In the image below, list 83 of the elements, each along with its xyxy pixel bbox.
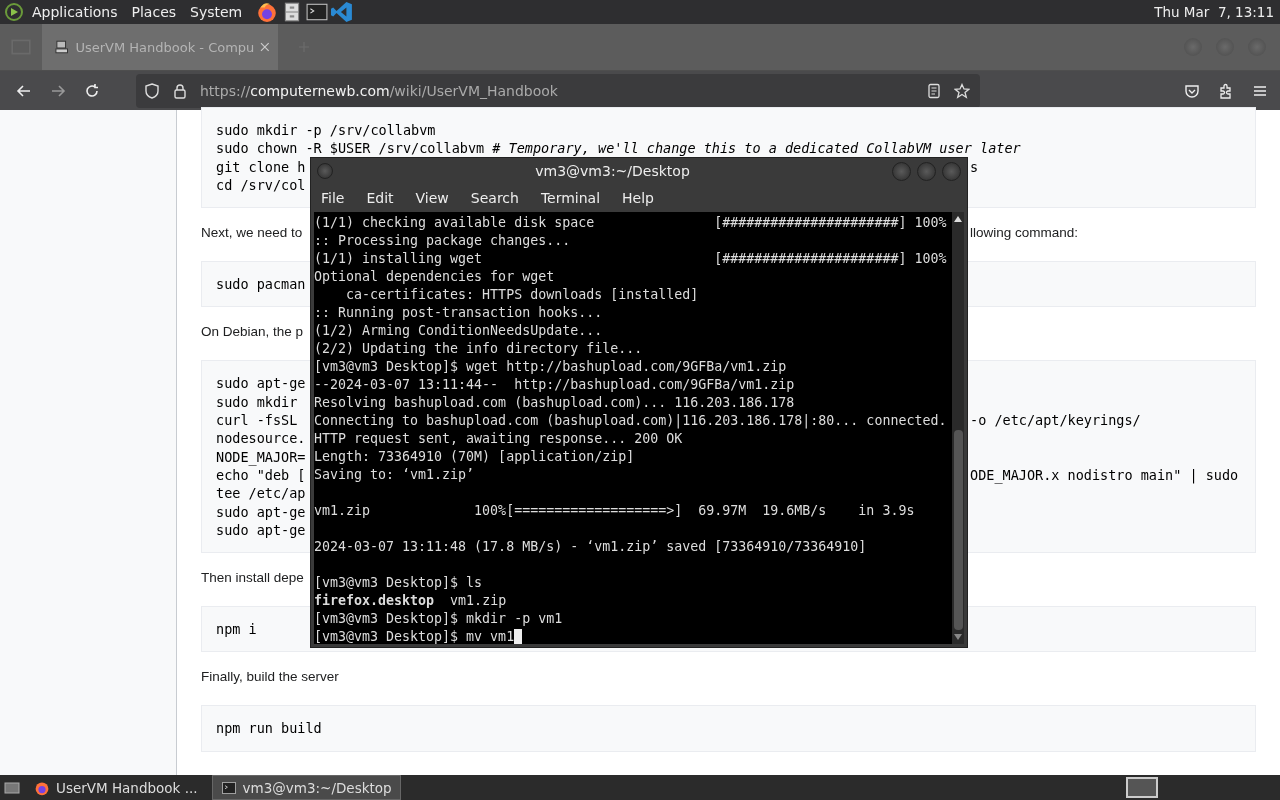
code-line: sudo apt-ge bbox=[216, 375, 306, 392]
terminal-line: :: Processing package changes... bbox=[314, 233, 571, 248]
terminal-line: vm1.zip 100%[===================>] 69.97M 19.6MB/s in 3.9s bbox=[314, 503, 915, 518]
terminal-line: (1/1) checking available disk space [######################] 100% bbox=[314, 215, 947, 230]
terminal-line: Optional dependencies for wget bbox=[314, 269, 555, 284]
terminal-line: [vm3@vm3 Desktop]$ mv vm1 bbox=[314, 629, 523, 644]
address-bar[interactable]: https://computernewb.com/wiki/UserVM_Handbook bbox=[136, 73, 980, 108]
terminal-line: :: Running post-transaction hooks... bbox=[314, 305, 603, 320]
code-line: npm i bbox=[216, 621, 257, 638]
show-desktop-icon[interactable] bbox=[4, 779, 20, 796]
clock: Thu Mar 7, 13:11 bbox=[1154, 4, 1274, 20]
code-line: cd /srv/col bbox=[216, 176, 306, 193]
forward-icon[interactable] bbox=[50, 82, 66, 99]
terminal-line: HTTP request sent, awaiting response... 200 OK bbox=[314, 431, 683, 446]
code-line: ODE_MAJOR.x nodistro main" | sudo bbox=[970, 465, 1240, 485]
terminal-line: 2024-03-07 13:11:48 (17.8 MB/s) - ‘vm1.zip’ saved [73364910/73364910] bbox=[314, 539, 867, 554]
code-editor-icon[interactable] bbox=[331, 1, 354, 23]
panel-menu[interactable]: Places bbox=[131, 4, 177, 20]
terminal-icon bbox=[220, 779, 237, 796]
paragraph: Finally, build the server bbox=[201, 669, 339, 685]
menu-item[interactable]: Search bbox=[470, 190, 519, 206]
menu-item[interactable]: Edit bbox=[366, 190, 394, 206]
scroll-up-icon[interactable] bbox=[954, 216, 962, 222]
terminal-line: Resolving bashupload.com (bashupload.com)... 116.203.186.178 bbox=[314, 395, 795, 410]
menu-item[interactable]: File bbox=[321, 190, 345, 206]
terminal-line: Length: 73364910 (70M) [application/zip] bbox=[314, 449, 635, 464]
scroll-down-icon[interactable] bbox=[954, 634, 962, 640]
terminal-line: [vm3@vm3 Desktop]$ mkdir -p vm1 bbox=[314, 611, 563, 626]
computer-icon bbox=[54, 39, 70, 55]
code-line: echo "deb [ bbox=[216, 466, 306, 483]
shield-icon[interactable] bbox=[144, 82, 160, 99]
code-line: tee /etc/ap bbox=[216, 485, 306, 502]
taskbar-button[interactable]: vm3@vm3:~/Desktop bbox=[211, 775, 401, 800]
terminal-line: (1/1) installing wget [######################] 100% bbox=[314, 251, 947, 266]
workspace-switcher[interactable] bbox=[1126, 777, 1158, 798]
terminal-line: (2/2) Updating the info directory file... bbox=[314, 341, 643, 356]
close-icon[interactable] bbox=[260, 42, 270, 52]
code-line: NODE_MAJOR= bbox=[216, 448, 306, 465]
menu-item[interactable]: Terminal bbox=[540, 190, 601, 206]
paragraph: Then install depe bbox=[201, 570, 304, 586]
terminal-line: [vm3@vm3 Desktop]$ ls bbox=[314, 575, 483, 590]
menu-item[interactable]: Help bbox=[622, 190, 654, 206]
terminal-line: Connecting to bashupload.com (bashupload.com)|116.203.186.178|:80... connected. bbox=[314, 413, 947, 428]
reload-icon[interactable] bbox=[84, 82, 100, 99]
code-line: nodesource. bbox=[216, 430, 306, 447]
window-title: vm3@vm3:~/Desktop bbox=[534, 163, 691, 179]
reader-view-icon[interactable] bbox=[926, 82, 942, 99]
paragraph: Next, we need to bbox=[201, 225, 303, 241]
taskbar-button[interactable]: UserVM Handbook ... bbox=[26, 776, 206, 799]
terminal-icon[interactable] bbox=[306, 1, 329, 23]
firefox-icon[interactable] bbox=[256, 1, 279, 23]
code-line: sudo mkdir -p /srv/collabvm bbox=[216, 122, 436, 138]
back-icon[interactable] bbox=[16, 82, 32, 99]
menu-item[interactable]: View bbox=[415, 190, 449, 206]
panel-menu[interactable]: Applications bbox=[32, 4, 118, 20]
panel-menu[interactable]: System bbox=[190, 4, 243, 20]
code-line: git clone h bbox=[216, 158, 306, 175]
code-line: npm run build bbox=[216, 720, 322, 737]
code-line: sudo apt-ge bbox=[216, 503, 306, 520]
terminal-line: (1/2) Arming ConditionNeedsUpdate... bbox=[314, 323, 603, 338]
code-line: curl -fsSL bbox=[216, 412, 298, 429]
code-line: s bbox=[970, 157, 980, 176]
lock-icon[interactable] bbox=[172, 82, 188, 99]
terminal-line: ca-certificates: HTTPS downloads [installed] bbox=[345, 287, 699, 302]
code-line: sudo pacman bbox=[216, 276, 306, 293]
pocket-icon[interactable] bbox=[1184, 82, 1200, 99]
paragraph: On Debian, the p bbox=[201, 324, 304, 340]
puzzle-icon[interactable] bbox=[1218, 82, 1234, 99]
paragraph: llowing command: bbox=[970, 224, 1080, 243]
terminal-line: --2024-03-07 13:11:44-- http://bashupload.com/9GFBa/vm1.zip bbox=[314, 377, 795, 392]
code-line: sudo apt-ge bbox=[216, 521, 306, 538]
terminal-line: firefox.desktop vm1.zip bbox=[314, 593, 507, 608]
star-icon[interactable] bbox=[954, 82, 970, 99]
url-text: https://computernewb.com/wiki/UserVM_Handbook bbox=[200, 82, 558, 99]
scrollbar-thumb[interactable] bbox=[953, 430, 963, 630]
code-line: sudo chown -R $USER /srv/collabvm # Temporary, we'll change this to a dedicated CollabVM user later bbox=[216, 140, 1021, 157]
code-line: sudo mkdir bbox=[216, 393, 298, 410]
terminal-line: [vm3@vm3 Desktop]$ wget http://bashupload.com/9GFBa/vm1.zip bbox=[314, 359, 787, 374]
logo-icon[interactable] bbox=[4, 2, 24, 22]
terminal-line: Saving to: ‘vm1.zip’ bbox=[314, 467, 475, 482]
code-line: -o /etc/apt/keyrings/ bbox=[970, 411, 1142, 430]
firefox-icon bbox=[34, 779, 50, 796]
scrollbar[interactable] bbox=[952, 212, 964, 644]
